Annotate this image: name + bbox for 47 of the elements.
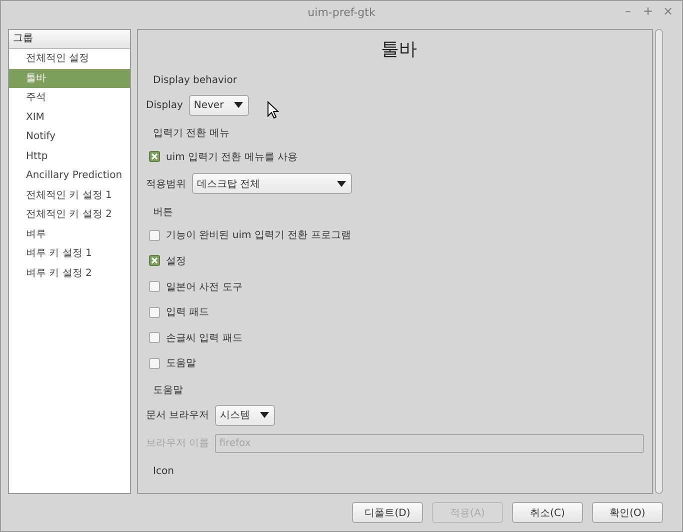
field-label: 문서 브라우저	[146, 409, 210, 422]
mouse-cursor-icon	[267, 101, 279, 119]
checkbox[interactable]	[149, 332, 160, 344]
sidebar-item[interactable]: 벼루	[9, 224, 130, 244]
sidebar-item[interactable]: 벼루 키 설정 1	[9, 244, 130, 264]
sidebar-item[interactable]: 주석	[9, 88, 130, 108]
scrollbar-thumb[interactable]	[655, 29, 663, 494]
sidebar-item[interactable]: 벼루 키 설정 2	[9, 264, 130, 283]
sidebar-item[interactable]: 전체적인 키 설정 2	[9, 205, 130, 224]
section-heading: 도움말	[152, 384, 184, 398]
checkbox[interactable]	[149, 151, 160, 162]
checkbox[interactable]	[149, 358, 160, 369]
caret-icon	[260, 412, 270, 418]
page-title: 툴바	[380, 38, 418, 62]
section-heading: Display behavior	[152, 74, 238, 88]
sidebar-item[interactable]: 전체적인 설정	[9, 49, 130, 68]
section-heading: 입력기 전환 메뉴	[152, 127, 230, 141]
checkbox[interactable]	[149, 281, 160, 292]
window-title: uim-pref-gtk	[308, 6, 376, 18]
dropdown[interactable]: 데스크탑 전체	[192, 173, 352, 194]
column-header: 그룹	[9, 30, 130, 49]
caret-icon	[337, 180, 346, 187]
checkbox[interactable]	[149, 306, 160, 318]
dialog-button[interactable]: 확인(O)	[592, 502, 663, 523]
section-heading: 버튼	[152, 206, 174, 220]
dialog-button[interactable]: 취소(C)	[512, 502, 583, 523]
sidebar-item[interactable]: Ancillary Prediction	[9, 166, 130, 186]
checkbox-label: uim 입력기 전환 메뉴를 사용	[166, 150, 298, 164]
sidebar-item[interactable]: XIM	[9, 108, 130, 127]
checkbox-label: 설정	[166, 254, 186, 268]
checkbox-label: 입력 패드	[166, 306, 210, 320]
field-label: 적용범위	[146, 178, 186, 191]
section-heading: Icon	[152, 465, 175, 480]
sidebar-item[interactable]: Notify	[9, 127, 130, 146]
checkbox-label: 일본어 사전 도구	[166, 280, 242, 294]
field-label: Display	[146, 100, 183, 110]
checkbox-label: 손글씨 입력 패드	[166, 332, 242, 345]
checkbox-label: 도움말	[166, 357, 196, 370]
dropdown[interactable]: 시스템	[215, 404, 276, 426]
sidebar-item[interactable]: 전체적인 키 설정 1	[9, 186, 130, 205]
caret-icon	[234, 102, 243, 108]
dropdown[interactable]: Never	[188, 94, 249, 116]
checkbox[interactable]	[149, 230, 160, 241]
checkbox[interactable]	[149, 255, 160, 266]
sidebar-item[interactable]: Http	[9, 146, 130, 166]
checkbox-label: 기능이 완비된 uim 입력기 전환 프로그램	[166, 229, 351, 242]
dialog-button[interactable]: 디폴트(D)	[352, 502, 423, 523]
